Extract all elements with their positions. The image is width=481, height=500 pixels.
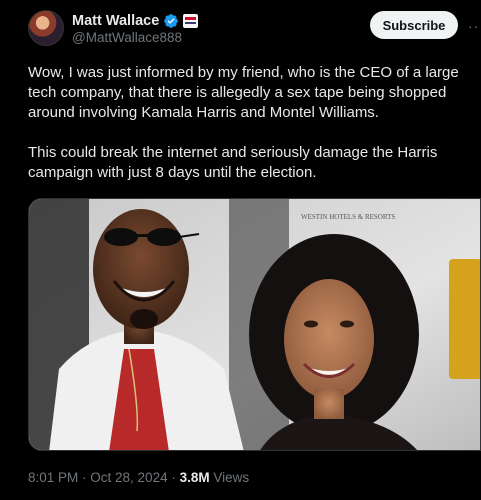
photo-illustration: WESTIN HOTELS & RESORTS (29, 199, 480, 450)
post: Matt Wallace @MattWallace888 Subscribe ·… (0, 0, 481, 500)
name-row: Matt Wallace (72, 12, 199, 30)
views-count: 3.8M (179, 470, 210, 485)
more-dots-icon[interactable]: ··· (468, 18, 481, 34)
flag-badge-icon (183, 14, 199, 28)
tweet-text: Wow, I was just informed by my friend, w… (28, 63, 476, 183)
views-label: Views (213, 470, 250, 485)
tweet-paragraph-1: Wow, I was just informed by my friend, w… (28, 64, 459, 121)
display-name[interactable]: Matt Wallace (72, 13, 159, 29)
handle[interactable]: @MattWallace888 (72, 30, 182, 45)
tweet-paragraph-2: This could break the internet and seriou… (28, 144, 438, 181)
post-header: Matt Wallace @MattWallace888 Subscribe ·… (28, 10, 481, 50)
post-date[interactable]: Oct 28, 2024 (90, 470, 167, 485)
backdrop-text: WESTIN HOTELS & RESORTS (301, 213, 395, 221)
media-photo[interactable]: WESTIN HOTELS & RESORTS (28, 198, 481, 451)
avatar[interactable] (28, 10, 64, 46)
post-time[interactable]: 8:01 PM (28, 470, 78, 485)
subscribe-button[interactable]: Subscribe (370, 11, 458, 39)
meta-separator-2: · (167, 470, 180, 485)
meta-separator: · (78, 470, 91, 485)
verified-badge-icon (164, 14, 179, 28)
post-meta: 8:01 PM · Oct 28, 2024 · 3.8M Views (28, 470, 249, 485)
